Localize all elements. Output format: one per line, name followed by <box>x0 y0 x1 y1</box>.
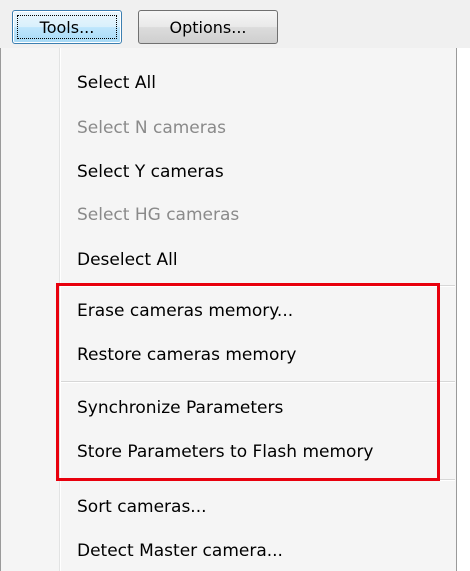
menu-separator <box>61 285 455 287</box>
menu-gutter-divider-highlight <box>60 48 61 571</box>
menu-item-store-parameters-flash[interactable]: Store Parameters to Flash memory <box>77 439 374 465</box>
menu-item-restore-cameras-memory[interactable]: Restore cameras memory <box>77 342 296 368</box>
menu-item-select-hg-cameras: Select HG cameras <box>77 205 240 225</box>
options-button-label: Options... <box>169 17 247 37</box>
tools-button[interactable]: Tools... <box>12 10 122 44</box>
menu-separator <box>61 479 455 481</box>
toolbar: Tools... Options... <box>0 0 470 48</box>
menu-item-sort-cameras[interactable]: Sort cameras... <box>77 494 207 520</box>
menu-item-erase-cameras-memory[interactable]: Erase cameras memory... <box>77 298 293 324</box>
menu-item-select-all[interactable]: Select All <box>77 70 156 96</box>
focus-rectangle <box>17 15 117 39</box>
menu-item-deselect-all[interactable]: Deselect All <box>77 247 178 273</box>
menu-item-synchronize-parameters[interactable]: Synchronize Parameters <box>77 395 283 421</box>
menu-item-select-y-cameras[interactable]: Select Y cameras <box>77 159 224 185</box>
menu-item-detect-master-camera[interactable]: Detect Master camera... <box>77 538 283 564</box>
menu-item-select-n-cameras: Select N cameras <box>77 118 227 138</box>
options-button[interactable]: Options... <box>138 10 278 44</box>
tools-dropdown-menu: Select All Select N cameras Select Y cam… <box>0 48 457 571</box>
menu-separator <box>61 381 455 383</box>
